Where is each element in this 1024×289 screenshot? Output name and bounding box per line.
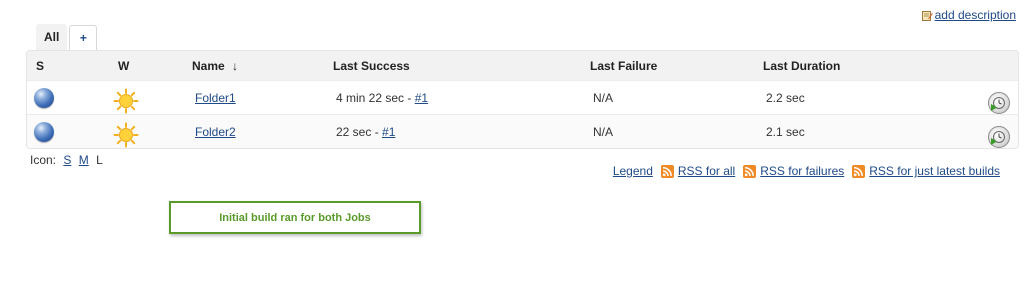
table-row: Folder1 4 min 22 sec - #1 N/A 2.2 sec <box>27 80 1018 114</box>
sunny-icon <box>113 122 139 148</box>
header-last-duration[interactable]: Last Duration <box>763 59 840 73</box>
icon-size-small[interactable]: S <box>63 153 71 167</box>
build-link[interactable]: #1 <box>382 125 395 139</box>
rss-icon <box>743 164 757 178</box>
last-success-cell: 4 min 22 sec - #1 <box>336 91 428 105</box>
header-weather[interactable]: W <box>118 59 129 73</box>
rss-icon <box>852 164 866 178</box>
icon-size-medium[interactable]: M <box>79 153 89 167</box>
view-tabs: All + <box>36 24 98 50</box>
last-failure-cell: N/A <box>593 124 614 139</box>
footer-links: Legend RSS for all RSS for failures RSS … <box>609 164 1000 178</box>
header-status[interactable]: S <box>36 59 44 73</box>
add-description-link[interactable]: add description <box>935 8 1016 22</box>
sunny-icon <box>113 88 139 114</box>
job-link[interactable]: Folder2 <box>195 125 236 139</box>
header-last-failure[interactable]: Last Failure <box>590 59 657 73</box>
table-header: S W Name ↓ Last Success Last Failure Las… <box>27 51 1018 80</box>
rss-all-link[interactable]: RSS for all <box>678 164 735 178</box>
legend-link[interactable]: Legend <box>613 164 653 178</box>
last-duration-cell: 2.1 sec <box>766 124 805 139</box>
schedule-build-icon[interactable] <box>988 126 1010 148</box>
icon-size-selector: Icon: S M L <box>30 153 103 167</box>
header-name-label: Name <box>192 58 225 73</box>
blue-ball-icon <box>34 121 54 142</box>
job-link[interactable]: Folder1 <box>195 91 236 105</box>
last-duration-cell: 2.2 sec <box>766 90 805 105</box>
rss-latest-link[interactable]: RSS for just latest builds <box>869 164 1000 178</box>
header-last-success[interactable]: Last Success <box>333 59 410 73</box>
add-description-link-wrap[interactable]: add description <box>921 8 1016 22</box>
notepad-pencil-icon <box>921 10 933 21</box>
sort-down-icon: ↓ <box>232 58 239 73</box>
icon-size-large: L <box>96 153 103 167</box>
tab-new-view[interactable]: + <box>69 25 98 50</box>
icon-size-label: Icon: <box>30 153 57 167</box>
projects-table: S W Name ↓ Last Success Last Failure Las… <box>26 50 1019 149</box>
tab-all[interactable]: All <box>36 24 68 50</box>
rss-icon <box>660 164 674 178</box>
build-link[interactable]: #1 <box>415 91 428 105</box>
last-success-time: 22 sec - <box>336 124 383 139</box>
table-row: Folder2 22 sec - #1 N/A 2.1 sec <box>27 114 1018 148</box>
annotation-callout: Initial build ran for both Jobs <box>169 201 421 234</box>
last-success-time: 4 min 22 sec - <box>336 90 415 105</box>
schedule-build-icon[interactable] <box>988 92 1010 114</box>
header-name[interactable]: Name ↓ <box>192 59 238 73</box>
last-failure-cell: N/A <box>593 90 614 105</box>
rss-failures-link[interactable]: RSS for failures <box>760 164 844 178</box>
last-success-cell: 22 sec - #1 <box>336 125 395 139</box>
blue-ball-icon <box>34 87 54 108</box>
